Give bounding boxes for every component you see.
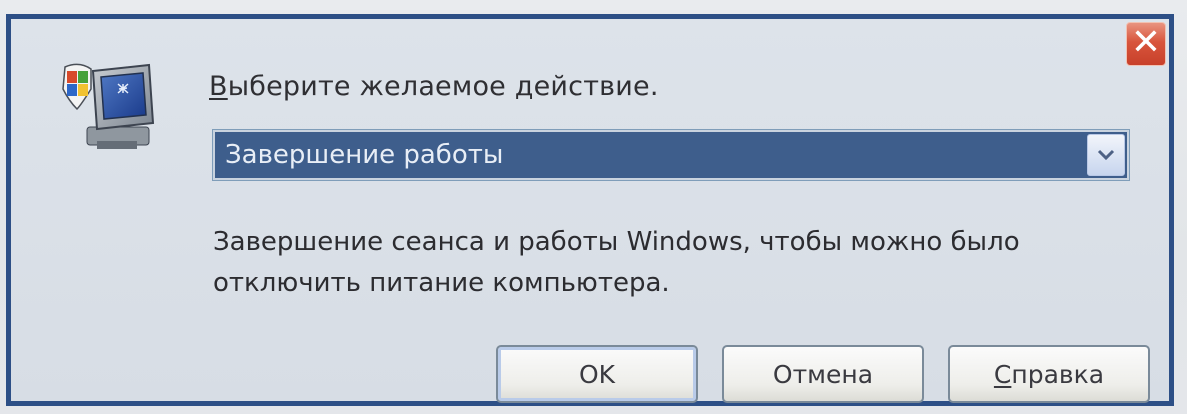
description-line-2: отключить питание компьютера.: [213, 268, 670, 298]
help-label: правка: [1011, 359, 1105, 389]
ok-button[interactable]: OK: [496, 345, 698, 403]
close-button[interactable]: ✕: [1126, 22, 1166, 66]
action-description: Завершение сеанса и работы Windows, чтоб…: [213, 222, 1113, 304]
description-line-1: Завершение сеанса и работы Windows, чтоб…: [213, 227, 1020, 257]
computer-with-windows-shield-icon: [62, 63, 155, 149]
cancel-button[interactable]: Отмена: [722, 345, 924, 403]
action-dropdown-value: Завершение работы: [225, 140, 504, 170]
help-button[interactable]: Справка: [948, 345, 1150, 403]
shutdown-dialog: ✕ Выберите желаемое действие. Завершение…: [6, 14, 1174, 406]
prompt-access-key: В: [209, 71, 228, 102]
action-dropdown[interactable]: Завершение работы: [212, 129, 1130, 181]
action-prompt-label: Выберите желаемое действие.: [209, 71, 659, 102]
help-access-key: С: [993, 359, 1012, 389]
screenshot-background: ✕ Выберите желаемое действие. Завершение…: [0, 0, 1187, 414]
close-icon: ✕: [1130, 22, 1162, 63]
prompt-text: ыберите желаемое действие.: [227, 71, 659, 102]
dropdown-arrow-button[interactable]: [1087, 134, 1125, 176]
chevron-down-icon: [1097, 149, 1115, 161]
